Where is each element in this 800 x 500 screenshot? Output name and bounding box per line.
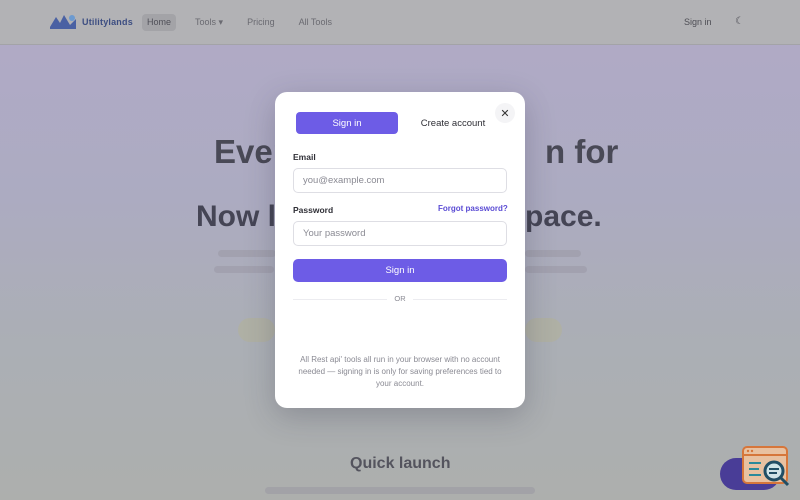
password-label: Password xyxy=(293,205,334,215)
signin-modal: ✕ Sign in Create account Email Password … xyxy=(275,92,525,408)
or-divider: OR xyxy=(293,294,507,303)
privacy-note: All Rest api' tools all run in your brow… xyxy=(298,355,502,388)
close-icon[interactable]: ✕ xyxy=(495,103,515,123)
signin-submit-button[interactable]: Sign in xyxy=(293,259,507,282)
forgot-password-link[interactable]: Forgot password? xyxy=(438,204,508,213)
tab-signin[interactable]: Sign in xyxy=(296,112,398,134)
password-field[interactable] xyxy=(293,221,507,246)
email-label: Email xyxy=(293,152,316,162)
divider-line xyxy=(293,299,387,300)
divider-line xyxy=(413,299,507,300)
tab-create-account[interactable]: Create account xyxy=(408,112,498,134)
email-field[interactable] xyxy=(293,168,507,193)
divider-text: OR xyxy=(394,294,406,303)
